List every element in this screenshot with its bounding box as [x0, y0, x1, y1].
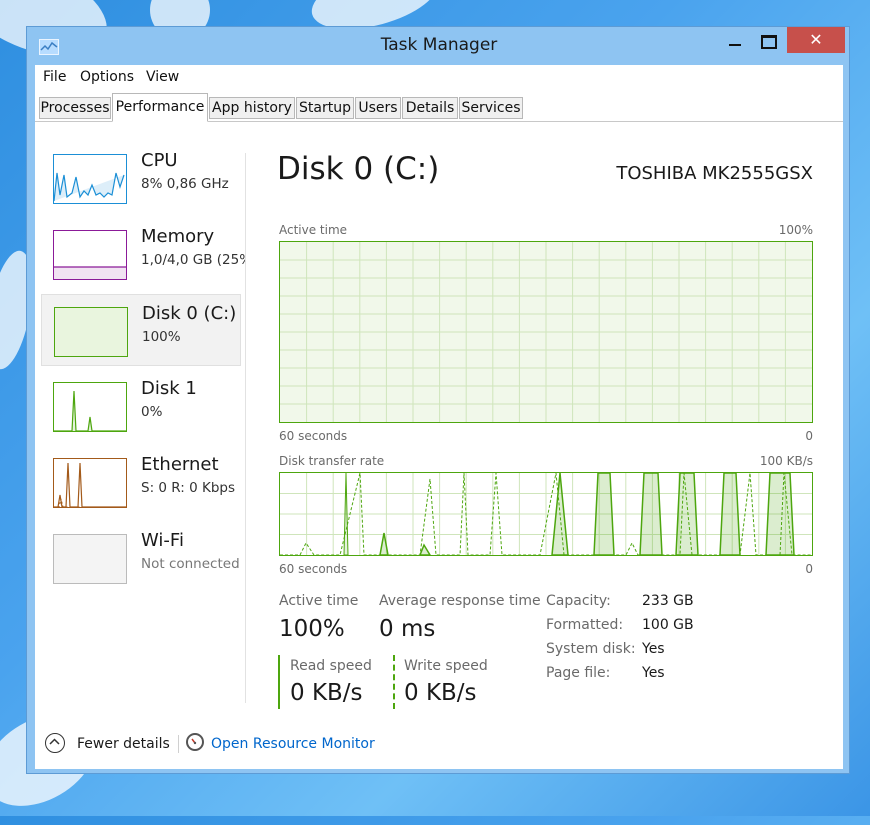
memory-thumbnail-graph [53, 230, 127, 280]
tab-bar: Processes Performance App history Startu… [35, 91, 843, 122]
read-speed-indicator [278, 655, 280, 709]
resource-wifi-name: Wi-Fi [141, 530, 184, 551]
resource-ethernet[interactable]: Ethernet S: 0 R: 0 Kbps [41, 446, 241, 518]
tab-details[interactable]: Details [402, 97, 458, 119]
stat-response-value: 0 ms [379, 616, 436, 642]
tab-users[interactable]: Users [355, 97, 401, 119]
stat-write-value: 0 KB/s [404, 680, 477, 706]
resource-monitor-icon[interactable] [186, 733, 204, 751]
disk-model: TOSHIBA MK2555GSX [616, 163, 813, 184]
transfer-rate-graph-max: 100 KB/s [759, 454, 813, 468]
close-button[interactable]: ✕ [787, 27, 845, 53]
resource-disk1-sub: 0% [141, 404, 163, 420]
tab-startup[interactable]: Startup [296, 97, 354, 119]
resource-memory-sub: 1,0/4,0 GB (25%) [141, 252, 245, 268]
resource-wifi-sub: Not connected [141, 556, 240, 572]
minimize-icon [729, 44, 741, 46]
menu-view[interactable]: View [146, 69, 179, 85]
stat-response-label: Average response time [379, 593, 541, 609]
resource-disk0[interactable]: Disk 0 (C:) 100% [41, 294, 241, 366]
stat-active-time-label: Active time [279, 593, 359, 609]
cpu-thumbnail-graph [53, 154, 127, 204]
active-time-graph-timespan: 60 seconds [279, 429, 348, 443]
tab-processes[interactable]: Processes [39, 97, 111, 119]
tab-app-history[interactable]: App history [209, 97, 295, 119]
resource-cpu-sub: 8% 0,86 GHz [141, 176, 229, 192]
open-resource-monitor-link[interactable]: Open Resource Monitor [211, 736, 375, 752]
prop-formatted-value: 100 GB [642, 617, 694, 633]
resource-memory-name: Memory [141, 226, 215, 247]
client-area: File Options View Processes Performance … [35, 65, 843, 769]
transfer-rate-graph [279, 472, 813, 556]
footer-separator [178, 735, 179, 753]
prop-capacity-value: 233 GB [642, 593, 694, 609]
active-time-graph-min: 0 [805, 429, 813, 443]
prop-capacity-key: Capacity: [546, 593, 611, 609]
chevron-up-icon[interactable] [45, 733, 65, 753]
ethernet-thumbnail-graph [53, 458, 127, 508]
resource-memory[interactable]: Memory 1,0/4,0 GB (25%) [41, 218, 245, 290]
prop-page-file-key: Page file: [546, 665, 611, 681]
active-time-graph [279, 241, 813, 423]
title-bar[interactable]: Task Manager ✕ [27, 27, 849, 65]
transfer-rate-graph-min: 0 [805, 562, 813, 576]
prop-formatted-key: Formatted: [546, 617, 624, 633]
maximize-icon [761, 35, 777, 49]
prop-system-disk-key: System disk: [546, 641, 636, 657]
prop-page-file-value: Yes [642, 665, 665, 681]
fewer-details-button[interactable]: Fewer details [77, 736, 170, 752]
menu-options[interactable]: Options [80, 69, 134, 85]
panel-divider [245, 153, 246, 703]
stat-active-time-value: 100% [279, 616, 345, 642]
resource-cpu-name: CPU [141, 150, 178, 171]
resource-disk0-name: Disk 0 (C:) [142, 303, 237, 324]
menu-file[interactable]: File [43, 69, 66, 85]
disk0-thumbnail-graph [54, 307, 128, 357]
minimize-button[interactable] [719, 27, 751, 53]
resource-cpu[interactable]: CPU 8% 0,86 GHz [41, 142, 241, 214]
menu-bar: File Options View [35, 65, 843, 91]
resource-disk1-name: Disk 1 [141, 378, 197, 399]
stat-read-value: 0 KB/s [290, 680, 363, 706]
transfer-rate-graph-label: Disk transfer rate [279, 454, 385, 468]
resource-wifi[interactable]: Wi-Fi Not connected [41, 522, 241, 594]
disk-title: Disk 0 (C:) [277, 151, 440, 187]
active-time-graph-label: Active time [279, 223, 348, 237]
resource-ethernet-name: Ethernet [141, 454, 219, 475]
stat-read-label: Read speed [290, 658, 372, 674]
footer-bar: Fewer details Open Resource Monitor [35, 725, 843, 765]
resource-disk0-sub: 100% [142, 329, 181, 345]
write-speed-indicator [393, 655, 395, 709]
task-manager-window: Task Manager ✕ File Options View Process… [26, 26, 850, 774]
tab-performance[interactable]: Performance [112, 93, 208, 122]
resource-ethernet-sub: S: 0 R: 0 Kbps [141, 480, 235, 496]
resource-list: CPU 8% 0,86 GHz Memory 1,0/4,0 GB (25%) … [35, 122, 245, 702]
resource-disk1[interactable]: Disk 1 0% [41, 370, 241, 442]
maximize-button[interactable] [751, 27, 785, 53]
close-icon: ✕ [809, 30, 823, 49]
active-time-graph-max: 100% [778, 223, 813, 237]
wifi-thumbnail-graph [53, 534, 127, 584]
tab-services[interactable]: Services [459, 97, 523, 119]
prop-system-disk-value: Yes [642, 641, 665, 657]
disk1-thumbnail-graph [53, 382, 127, 432]
stat-write-label: Write speed [404, 658, 488, 674]
transfer-rate-graph-timespan: 60 seconds [279, 562, 348, 576]
